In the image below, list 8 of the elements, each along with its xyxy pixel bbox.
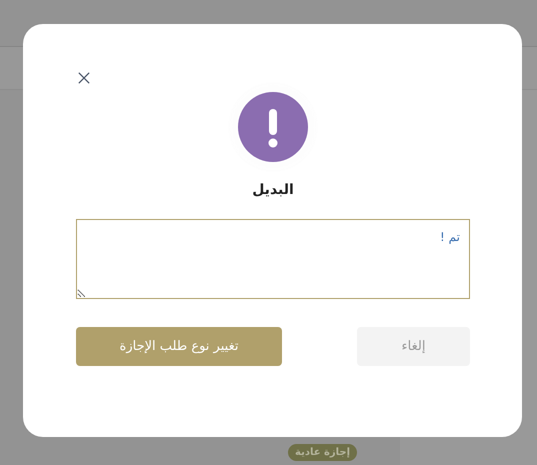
- close-icon: [78, 72, 90, 84]
- status-badge: إجازة عادية: [288, 444, 358, 461]
- change-type-button[interactable]: تغيير نوع طلب الإجازة: [76, 327, 282, 366]
- dialog-title: البديل: [252, 182, 294, 198]
- close-button[interactable]: [78, 72, 90, 84]
- input-field[interactable]: تم !: [76, 219, 470, 299]
- exclamation-icon: [238, 92, 308, 162]
- cancel-button[interactable]: إلغاء: [357, 327, 470, 366]
